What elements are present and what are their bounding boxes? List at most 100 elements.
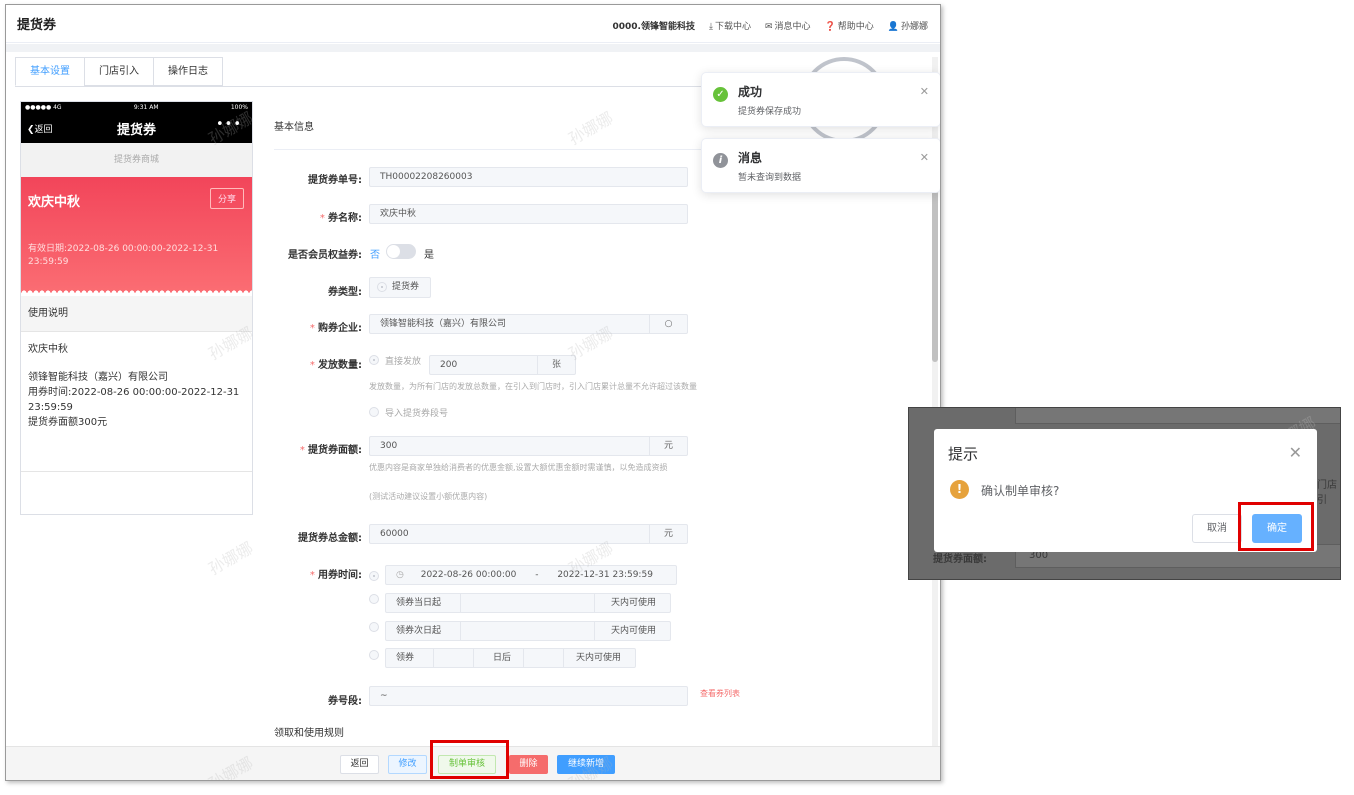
download-center-link[interactable]: ⤓ 下载中心 <box>709 19 751 32</box>
watermark: 孙娜娜 <box>565 108 617 149</box>
close-icon[interactable]: ✕ <box>920 85 929 98</box>
search-icon[interactable]: ○ <box>649 315 687 333</box>
company-name: 0000.领锋智能科技 <box>612 22 695 32</box>
main-window: 提货券 0000.领锋智能科技 ⤓ 下载中心 ✉ 消息中心 ❓ 帮助中心 👤 孙娜娜 基… <box>5 4 941 781</box>
close-icon[interactable]: ✕ <box>920 151 929 164</box>
rel1-field[interactable]: 领券当日起 天内可使用 <box>385 593 671 613</box>
usage-line: 领锋智能科技（嘉兴）有限公司 <box>28 372 168 383</box>
code-label: 提货券单号: <box>308 175 362 186</box>
coupon-card: 欢庆中秋 分享 有效日期:2022-08-26 00:00:00-2022-12… <box>21 177 252 296</box>
delete-button[interactable]: 删除 <box>509 755 548 774</box>
time-end: 2022-12-31 23:59:59 <box>557 570 653 580</box>
seg-field[interactable]: ~ <box>369 686 688 706</box>
face-unit: 元 <box>649 437 687 455</box>
type-option[interactable]: 提货券 <box>369 277 431 298</box>
rel2-radio[interactable] <box>369 622 379 632</box>
phone-nav-bar: ❮返回 提货券 ••• <box>21 113 252 143</box>
face-hint-2: (测试活动建议设置小额优惠内容) <box>369 492 488 501</box>
member-toggle[interactable] <box>386 244 416 259</box>
share-button: 分享 <box>209 188 244 209</box>
tab-operation-log[interactable]: 操作日志 <box>153 57 223 86</box>
notification-message: 提货券保存成功 <box>738 107 802 117</box>
warning-icon: ! <box>950 480 969 499</box>
time-range-field[interactable]: ◷ 2022-08-26 00:00:00 - 2022-12-31 23:59… <box>385 565 677 585</box>
qty-unit: 张 <box>537 356 575 374</box>
help-icon: ❓ <box>824 22 836 32</box>
watermark: 孙娜娜 <box>205 538 257 579</box>
top-links: 0000.领锋智能科技 ⤓ 下载中心 ✉ 消息中心 ❓ 帮助中心 👤 孙娜娜 <box>613 19 929 32</box>
enterprise-label: 购券企业: <box>252 319 362 334</box>
phone-mall-label: 提货券商城 <box>21 143 252 177</box>
help-center-link[interactable]: ❓ 帮助中心 <box>825 19 874 32</box>
rel2-field[interactable]: 领券次日起 天内可使用 <box>385 621 671 641</box>
rel2-prefix: 领券次日起 <box>396 626 442 636</box>
bg-input <box>1015 408 1340 424</box>
rel3-mid: 日后 <box>493 653 512 663</box>
rel1-suffix: 天内可使用 <box>610 598 656 608</box>
notification-title: 消息 <box>738 151 763 165</box>
enterprise-field[interactable]: 领锋智能科技（嘉兴）有限公司 ○ <box>369 314 688 334</box>
close-icon[interactable]: ✕ <box>1289 443 1302 462</box>
rel3-suffix: 天内可使用 <box>575 653 621 663</box>
top-bar: 提货券 0000.领锋智能科技 ⤓ 下载中心 ✉ 消息中心 ❓ 帮助中心 👤 孙娜娜 <box>6 5 940 43</box>
coupon-validity: 有效日期:2022-08-26 00:00:00-2022-12-31 23:5… <box>28 244 219 267</box>
notification-title: 成功 <box>738 85 763 99</box>
name-field[interactable]: 欢庆中秋 <box>369 204 688 224</box>
qty-label: 发放数量: <box>252 356 362 371</box>
usage-line: 提货券面额300元 <box>28 417 108 428</box>
face-field[interactable]: 300 元 <box>369 436 688 456</box>
time-separator: - <box>535 570 539 580</box>
member-off-label: 否 <box>370 250 380 261</box>
info-notification: i 消息 暂未查询到数据 ✕ <box>701 138 940 193</box>
clock-icon: ◷ <box>396 570 404 580</box>
qty-field[interactable]: 200 张 <box>429 355 576 375</box>
qty-import-radio[interactable] <box>369 407 379 417</box>
usage-line: 用券时间:2022-08-26 00:00:00-2022-12-31 23:5… <box>28 387 240 413</box>
rel3-prefix: 领券 <box>396 653 415 663</box>
check-circle-icon: ✓ <box>713 87 728 102</box>
header-divider <box>6 44 940 52</box>
more-icon: ••• <box>215 117 242 132</box>
user-menu[interactable]: 👤 孙娜娜 <box>888 19 928 32</box>
total-field[interactable]: 60000 元 <box>369 524 688 544</box>
usage-body: 欢庆中秋 领锋智能科技（嘉兴）有限公司 用券时间:2022-08-26 00:0… <box>21 332 252 472</box>
rel2-suffix: 天内可使用 <box>610 626 656 636</box>
highlight-submit-audit <box>430 740 509 779</box>
edit-button[interactable]: 修改 <box>388 755 427 774</box>
continue-add-button[interactable]: 继续新增 <box>557 755 615 774</box>
rel3-radio[interactable] <box>369 650 379 660</box>
code-field[interactable]: TH00002208260003 <box>369 167 688 187</box>
qty-direct-radio[interactable] <box>369 355 379 365</box>
scrollbar-thumb[interactable] <box>932 177 938 362</box>
face-hint: 优惠内容是商家单独给消费者的优惠金额,设置大额优惠金额时需谨慎，以免造成资损 <box>369 463 668 472</box>
total-label: 提货券总金额: <box>298 533 362 544</box>
coupon-edge <box>21 290 252 296</box>
time-label: 用券时间: <box>252 566 362 581</box>
coupon-name: 欢庆中秋 <box>28 195 81 210</box>
dialog-title: 提示 <box>948 445 979 463</box>
member-on-label: 是 <box>424 250 434 261</box>
usage-line: 欢庆中秋 <box>28 344 68 355</box>
mail-icon: ✉ <box>764 22 773 32</box>
tab-store-import[interactable]: 门店引入 <box>84 57 153 86</box>
rel1-prefix: 领券当日起 <box>396 598 442 608</box>
view-coupon-list-link[interactable]: 查看券列表 <box>700 688 740 699</box>
time-range-radio[interactable] <box>369 571 379 581</box>
user-icon: 👤 <box>887 22 899 32</box>
type-label: 券类型: <box>328 287 362 298</box>
rel1-radio[interactable] <box>369 594 379 604</box>
message-center-link[interactable]: ✉ 消息中心 <box>765 19 811 32</box>
dialog-message: 确认制单审核? <box>981 484 1060 498</box>
download-icon: ⤓ <box>708 22 713 32</box>
bg-face-label: 提货券面额: <box>933 554 987 565</box>
qty-hint: 发放数量，为所有门店的发放总数量，在引入到门店时，引入门店累计总量不允许超过该数… <box>369 382 697 391</box>
section-title: 基本信息 <box>274 122 314 133</box>
type-radio[interactable] <box>377 282 387 292</box>
tab-basic-settings[interactable]: 基本设置 <box>15 57 84 86</box>
rel3-field[interactable]: 领券 日后 天内可使用 <box>385 648 636 668</box>
bg-store-label: 门店引 <box>1317 480 1337 506</box>
cancel-button[interactable]: 取消 <box>1192 514 1242 543</box>
phone-time: 9:31 AM <box>133 104 159 111</box>
total-unit: 元 <box>649 525 687 543</box>
return-button[interactable]: 返回 <box>340 755 379 774</box>
